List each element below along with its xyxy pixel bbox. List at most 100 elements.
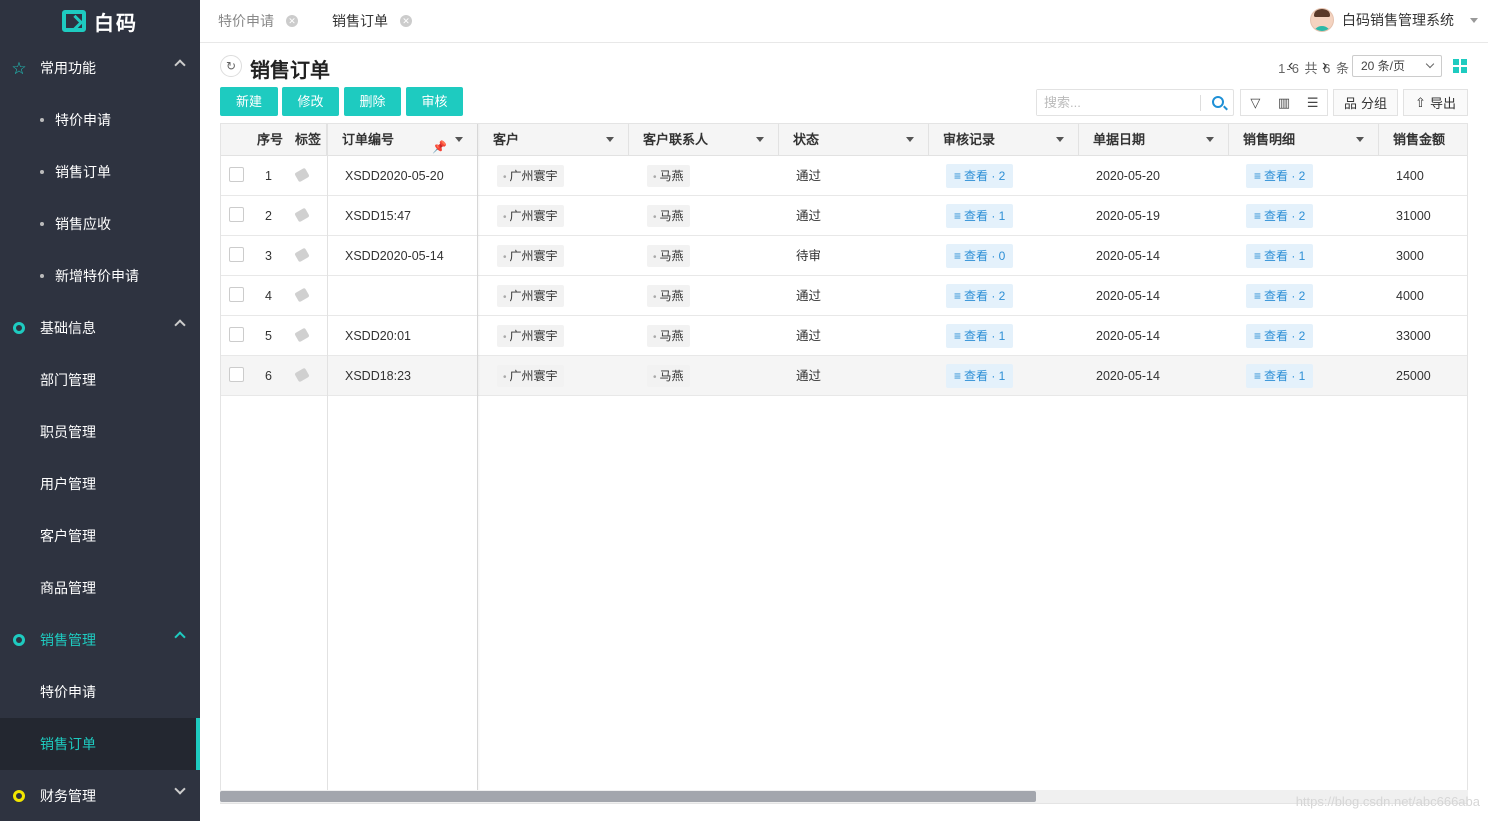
sort-icon[interactable] xyxy=(606,137,614,142)
contact-chip[interactable]: 马燕 xyxy=(647,365,690,387)
customer-chip[interactable]: 广州寰宇 xyxy=(497,165,564,187)
tag-icon[interactable] xyxy=(294,327,310,343)
table-row[interactable]: 2 XSDD15:47 广州寰宇 马燕 通过 查看 · 1 2020-05-19 查看 · 2… xyxy=(221,196,1467,236)
table-row[interactable]: 6 XSDD18:23 广州寰宇 马燕 通过 查看 · 1 2020-05-14 查看 · 1… xyxy=(221,356,1467,396)
column-header-review-log[interactable]: 审核记录 xyxy=(929,124,1079,156)
sort-icon[interactable] xyxy=(1356,137,1364,142)
customer-chip[interactable]: 广州寰宇 xyxy=(497,245,564,267)
tag-icon[interactable] xyxy=(294,367,310,383)
review-cell[interactable]: 查看 · 1 xyxy=(946,196,1014,236)
detail-link[interactable]: 查看 · 2 xyxy=(1246,204,1314,228)
scrollbar-thumb[interactable] xyxy=(220,791,1036,802)
tab-special-price[interactable]: 特价申请 ✕ xyxy=(200,0,318,43)
customer-chip[interactable]: 广州寰宇 xyxy=(497,205,564,227)
detail-cell[interactable]: 查看 · 1 xyxy=(1246,236,1314,276)
order-no[interactable]: XSDD15:47 xyxy=(345,196,411,236)
review-cell[interactable]: 查看 · 2 xyxy=(946,156,1014,196)
nav-group-common[interactable]: ☆ 常用功能 xyxy=(0,42,200,94)
close-icon[interactable]: ✕ xyxy=(286,15,298,27)
group-button[interactable]: 品 分组 xyxy=(1333,89,1398,116)
nav-group-finance[interactable]: 财务管理 xyxy=(0,770,200,822)
filter-icon[interactable]: ▽ xyxy=(1247,95,1263,111)
sidebar-item-products[interactable]: 商品管理 xyxy=(0,562,200,614)
column-header-order-no[interactable]: 订单编号 📌 xyxy=(327,124,478,156)
refresh-icon[interactable]: ↻ xyxy=(220,55,242,77)
tab-sales-order[interactable]: 销售订单 ✕ xyxy=(318,0,432,43)
row-checkbox[interactable] xyxy=(229,367,244,382)
sort-icon[interactable] xyxy=(1206,137,1214,142)
customer-cell[interactable]: 广州寰宇 xyxy=(497,356,564,396)
column-settings-icon[interactable]: ☰ xyxy=(1305,95,1321,111)
detail-cell[interactable]: 查看 · 2 xyxy=(1246,316,1314,356)
column-header-customer[interactable]: 客户 xyxy=(479,124,629,156)
nav-group-basic[interactable]: 基础信息 xyxy=(0,302,200,354)
close-icon[interactable]: ✕ xyxy=(400,15,412,27)
table-row[interactable]: 3 XSDD2020-05-14 广州寰宇 马燕 待审 查看 · 0 2020-05-14 查… xyxy=(221,236,1467,276)
customer-cell[interactable]: 广州寰宇 xyxy=(497,316,564,356)
order-no[interactable]: XSDD20:01 xyxy=(345,316,411,356)
detail-cell[interactable]: 查看 · 2 xyxy=(1246,156,1314,196)
detail-link[interactable]: 查看 · 2 xyxy=(1246,164,1314,188)
horizontal-scrollbar[interactable] xyxy=(220,790,1468,803)
customer-cell[interactable]: 广州寰宇 xyxy=(497,196,564,236)
review-link[interactable]: 查看 · 2 xyxy=(946,284,1014,308)
sidebar-item-new-special-price[interactable]: 新增特价申请 xyxy=(0,250,200,302)
detail-link[interactable]: 查看 · 1 xyxy=(1246,244,1314,268)
detail-link[interactable]: 查看 · 2 xyxy=(1246,324,1314,348)
detail-cell[interactable]: 查看 · 2 xyxy=(1246,196,1314,236)
detail-cell[interactable]: 查看 · 2 xyxy=(1246,276,1314,316)
sidebar-item-sales-special-price[interactable]: 特价申请 xyxy=(0,666,200,718)
contact-cell[interactable]: 马燕 xyxy=(647,316,690,356)
customer-cell[interactable]: 广州寰宇 xyxy=(497,236,564,276)
contact-chip[interactable]: 马燕 xyxy=(647,245,690,267)
tag-icon[interactable] xyxy=(294,247,310,263)
row-checkbox[interactable] xyxy=(229,247,244,262)
sidebar-item-users[interactable]: 用户管理 xyxy=(0,458,200,510)
row-checkbox[interactable] xyxy=(229,287,244,302)
customer-cell[interactable]: 广州寰宇 xyxy=(497,156,564,196)
table-row[interactable]: 1 XSDD2020-05-20 广州寰宇 马燕 通过 查看 · 2 2020-05-20 查… xyxy=(221,156,1467,196)
next-page-icon[interactable]: › xyxy=(1322,57,1327,75)
customer-chip[interactable]: 广州寰宇 xyxy=(497,285,564,307)
customer-chip[interactable]: 广州寰宇 xyxy=(497,365,564,387)
contact-cell[interactable]: 马燕 xyxy=(647,156,690,196)
contact-cell[interactable]: 马燕 xyxy=(647,276,690,316)
order-no[interactable]: XSDD2020-05-14 xyxy=(345,236,444,276)
column-header-contact[interactable]: 客户联系人 xyxy=(629,124,779,156)
contact-cell[interactable]: 马燕 xyxy=(647,356,690,396)
order-no[interactable]: XSDD18:23 xyxy=(345,356,411,396)
review-link[interactable]: 查看 · 2 xyxy=(946,164,1014,188)
sidebar-item-sales-order[interactable]: 销售订单 xyxy=(0,146,200,198)
customer-chip[interactable]: 广州寰宇 xyxy=(497,325,564,347)
search-input[interactable] xyxy=(1037,90,1197,115)
contact-chip[interactable]: 马燕 xyxy=(647,325,690,347)
review-button[interactable]: 审核 xyxy=(406,87,463,116)
order-no[interactable]: XSDD2020-05-20 xyxy=(345,156,444,196)
contact-cell[interactable]: 马燕 xyxy=(647,236,690,276)
review-cell[interactable]: 查看 · 0 xyxy=(946,236,1014,276)
review-link[interactable]: 查看 · 1 xyxy=(946,364,1014,388)
bar-chart-icon[interactable]: ▥ xyxy=(1276,95,1292,111)
prev-page-icon[interactable]: ‹ xyxy=(1288,57,1293,75)
detail-cell[interactable]: 查看 · 1 xyxy=(1246,356,1314,396)
sort-icon[interactable] xyxy=(756,137,764,142)
row-checkbox[interactable] xyxy=(229,327,244,342)
table-row[interactable]: 5 XSDD20:01 广州寰宇 马燕 通过 查看 · 1 2020-05-14 查看 · 2… xyxy=(221,316,1467,356)
sidebar-item-special-price[interactable]: 特价申请 xyxy=(0,94,200,146)
sidebar-item-sales-receivable[interactable]: 销售应收 xyxy=(0,198,200,250)
customer-cell[interactable]: 广州寰宇 xyxy=(497,276,564,316)
column-header-detail[interactable]: 销售明细 xyxy=(1229,124,1379,156)
sort-icon[interactable] xyxy=(906,137,914,142)
review-link[interactable]: 查看 · 0 xyxy=(946,244,1014,268)
tag-icon[interactable] xyxy=(294,167,310,183)
table-row[interactable]: 4 广州寰宇 马燕 通过 查看 · 2 2020-05-14 查看 · 2 4000 xyxy=(221,276,1467,316)
review-cell[interactable]: 查看 · 1 xyxy=(946,356,1014,396)
column-header-date[interactable]: 单据日期 xyxy=(1079,124,1229,156)
tag-icon[interactable] xyxy=(294,207,310,223)
sidebar-item-department[interactable]: 部门管理 xyxy=(0,354,200,406)
nav-group-sales[interactable]: 销售管理 xyxy=(0,614,200,666)
contact-chip[interactable]: 马燕 xyxy=(647,205,690,227)
search-icon[interactable] xyxy=(1212,96,1224,108)
contact-chip[interactable]: 马燕 xyxy=(647,165,690,187)
detail-link[interactable]: 查看 · 2 xyxy=(1246,284,1314,308)
